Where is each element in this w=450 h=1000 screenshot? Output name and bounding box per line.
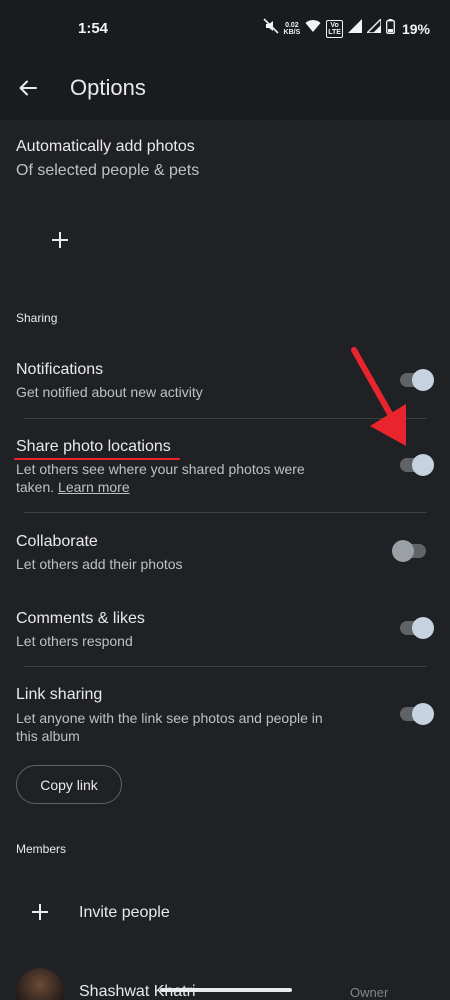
collaborate-subtitle: Let others add their photos bbox=[16, 556, 183, 572]
share-locations-subtitle-line1: Let others see where your shared photos … bbox=[16, 461, 305, 477]
network-speed: 0.02 KB/S bbox=[284, 22, 301, 36]
share-locations-toggle[interactable] bbox=[398, 453, 434, 477]
plus-icon bbox=[28, 900, 52, 924]
back-button[interactable] bbox=[12, 72, 44, 104]
battery-icon bbox=[386, 18, 395, 39]
link-sharing-subtitle-line2: this album bbox=[16, 728, 80, 744]
home-indicator[interactable] bbox=[160, 988, 292, 992]
toggle-thumb bbox=[412, 703, 434, 725]
learn-more-link[interactable]: Learn more bbox=[58, 479, 130, 495]
member-role: Owner bbox=[350, 985, 389, 1000]
divider bbox=[24, 666, 427, 667]
link-sharing-subtitle-line1: Let anyone with the link see photos and … bbox=[16, 710, 323, 726]
annotation-underline bbox=[14, 458, 180, 460]
comments-likes-subtitle: Let others respond bbox=[16, 633, 133, 649]
status-bar: 1:54 0.02 KB/S Vo LTE 19% bbox=[0, 0, 450, 56]
status-icons: 0.02 KB/S Vo LTE 19% bbox=[262, 17, 430, 39]
comments-likes-title: Comments & likes bbox=[16, 610, 145, 627]
volte-bottom: LTE bbox=[328, 28, 341, 36]
share-locations-subtitle-text: taken. bbox=[16, 479, 55, 495]
page-title: Options bbox=[70, 75, 146, 100]
collaborate-title: Collaborate bbox=[16, 533, 98, 550]
invite-people-label: Invite people bbox=[79, 904, 170, 921]
sharing-section-label: Sharing bbox=[16, 311, 58, 325]
link-sharing-title: Link sharing bbox=[16, 686, 103, 703]
share-locations-title: Share photo locations bbox=[16, 438, 171, 455]
status-time: 1:54 bbox=[78, 20, 109, 37]
arrow-back-icon bbox=[19, 80, 37, 96]
divider bbox=[24, 512, 427, 513]
toggle-thumb bbox=[392, 540, 414, 562]
mute-icon bbox=[262, 18, 279, 39]
plus-icon bbox=[52, 232, 68, 248]
auto-add-subtitle: Of selected people & pets bbox=[16, 162, 200, 179]
comments-likes-toggle[interactable] bbox=[398, 616, 434, 640]
wifi-icon bbox=[305, 19, 321, 38]
collaborate-toggle[interactable] bbox=[392, 539, 430, 563]
signal-icon bbox=[347, 19, 362, 38]
avatar bbox=[16, 968, 64, 1000]
link-sharing-toggle[interactable] bbox=[398, 702, 434, 726]
copy-link-button[interactable]: Copy link bbox=[16, 765, 122, 804]
toggle-thumb bbox=[412, 454, 434, 476]
network-speed-value: 0.02 bbox=[285, 21, 299, 29]
notifications-subtitle: Get notified about new activity bbox=[16, 384, 203, 400]
auto-add-title: Automatically add photos bbox=[16, 138, 195, 155]
members-section-label: Members bbox=[16, 842, 67, 856]
network-speed-unit: KB/S bbox=[283, 28, 301, 36]
annotation-arrow-icon bbox=[351, 347, 406, 446]
battery-percent: 19% bbox=[401, 20, 430, 37]
toggle-thumb bbox=[412, 617, 434, 639]
notifications-title: Notifications bbox=[16, 361, 104, 378]
volte-badge: Vo LTE bbox=[326, 19, 343, 38]
add-people-button[interactable] bbox=[46, 226, 74, 254]
share-locations-subtitle-line2: taken. Learn more bbox=[16, 478, 130, 496]
signal-icon-2 bbox=[365, 17, 382, 38]
app-bar: Options bbox=[0, 56, 450, 120]
volte-top: Vo bbox=[330, 21, 339, 29]
